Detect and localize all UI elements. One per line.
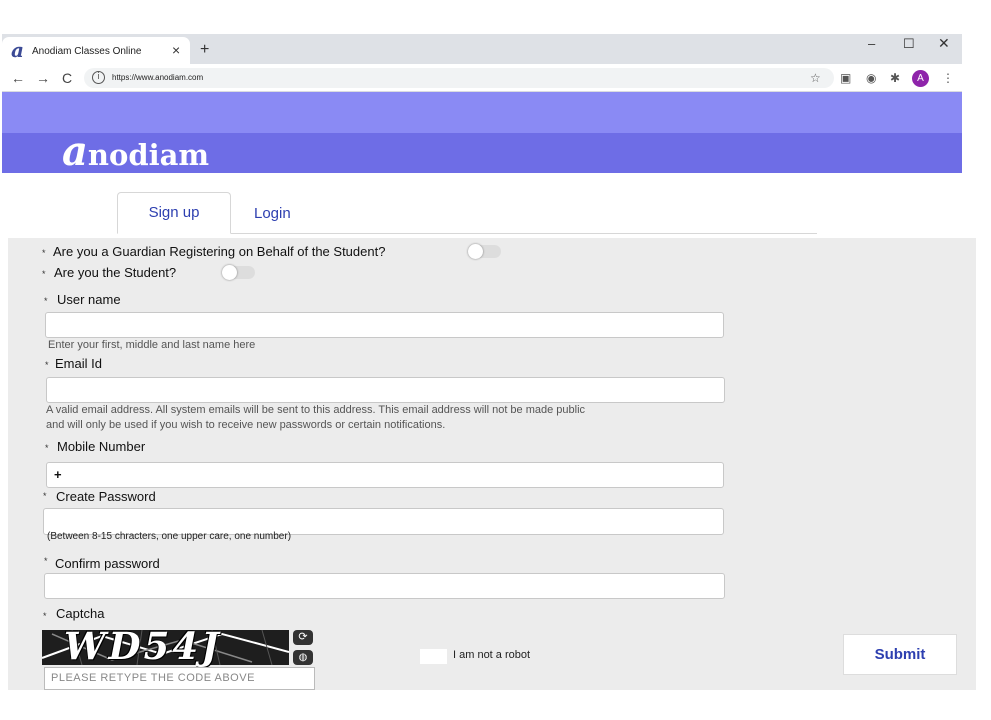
site-info-icon[interactable]: i	[92, 71, 105, 84]
create-password-label: Create Password	[56, 489, 156, 504]
required-asterisk: *	[44, 296, 48, 306]
bookmark-star-icon[interactable]: ☆	[810, 71, 821, 85]
tab-login[interactable]: Login	[254, 205, 291, 222]
required-asterisk: *	[42, 269, 46, 279]
guardian-question-label: Are you a Guardian Registering on Behalf…	[53, 244, 386, 259]
browser-menu-icon[interactable]: ⋮	[942, 71, 954, 85]
email-input[interactable]	[46, 377, 725, 403]
email-help-line2: and will only be used if you wish to rec…	[46, 419, 446, 431]
cast-icon[interactable]: ▣	[840, 71, 851, 85]
logo-wordmark: nodiam	[87, 138, 210, 172]
site-logo[interactable]: anodiam	[62, 132, 209, 175]
window-minimize-button[interactable]: –	[868, 36, 875, 51]
required-asterisk: *	[45, 443, 49, 453]
extension-circle-icon[interactable]: ◉	[866, 71, 876, 85]
guardian-toggle-knob	[468, 244, 483, 259]
email-help-line1: A valid email address. All system emails…	[46, 404, 586, 416]
window-close-button[interactable]: ✕	[938, 35, 950, 52]
url-text[interactable]: https://www.anodiam.com	[112, 73, 203, 82]
captcha-code: WD54J	[64, 624, 222, 668]
new-tab-button[interactable]: +	[200, 42, 209, 58]
captcha-audio-icon[interactable]: ◍	[293, 650, 313, 665]
logo-initial: a	[62, 128, 88, 175]
username-label: User name	[57, 292, 121, 307]
username-help-text: Enter your first, middle and last name h…	[48, 339, 256, 351]
mobile-label: Mobile Number	[57, 439, 146, 454]
required-asterisk: *	[43, 611, 47, 621]
submit-button[interactable]: Submit	[843, 634, 957, 675]
reload-icon[interactable]: C	[62, 70, 72, 86]
robot-checkbox[interactable]	[420, 649, 447, 664]
window-maximize-button[interactable]: ☐	[903, 36, 915, 52]
tab-signup[interactable]: Sign up	[117, 192, 231, 234]
password-help-text: (Between 8-15 chracters, one upper care,…	[47, 531, 292, 542]
confirm-password-label: Confirm password	[55, 556, 160, 571]
captcha-input[interactable]: PLEASE RETYPE THE CODE ABOVE	[44, 667, 315, 690]
robot-checkbox-label: I am not a robot	[453, 649, 531, 661]
tab-title: Anodiam Classes Online	[32, 46, 142, 57]
tab-favicon-icon: a	[11, 38, 24, 62]
student-toggle-knob	[222, 265, 237, 280]
tab-close-icon[interactable]: ×	[172, 43, 180, 57]
captcha-refresh-icon[interactable]: ⟳	[293, 630, 313, 645]
captcha-label: Captcha	[56, 606, 105, 621]
back-arrow-icon[interactable]: ←	[11, 70, 25, 86]
required-asterisk: *	[43, 491, 47, 501]
username-input[interactable]	[45, 312, 724, 338]
student-question-label: Are you the Student?	[54, 265, 177, 280]
required-asterisk: *	[45, 360, 49, 370]
forward-arrow-icon[interactable]: →	[36, 70, 50, 86]
mobile-input[interactable]: +	[46, 462, 724, 488]
extensions-puzzle-icon[interactable]: ✱	[890, 71, 900, 85]
required-asterisk: *	[44, 556, 48, 566]
profile-avatar[interactable]: A	[912, 70, 929, 87]
email-label: Email Id	[55, 356, 102, 371]
confirm-password-input[interactable]	[44, 573, 725, 599]
site-banner-top	[2, 92, 962, 133]
required-asterisk: *	[42, 248, 46, 258]
